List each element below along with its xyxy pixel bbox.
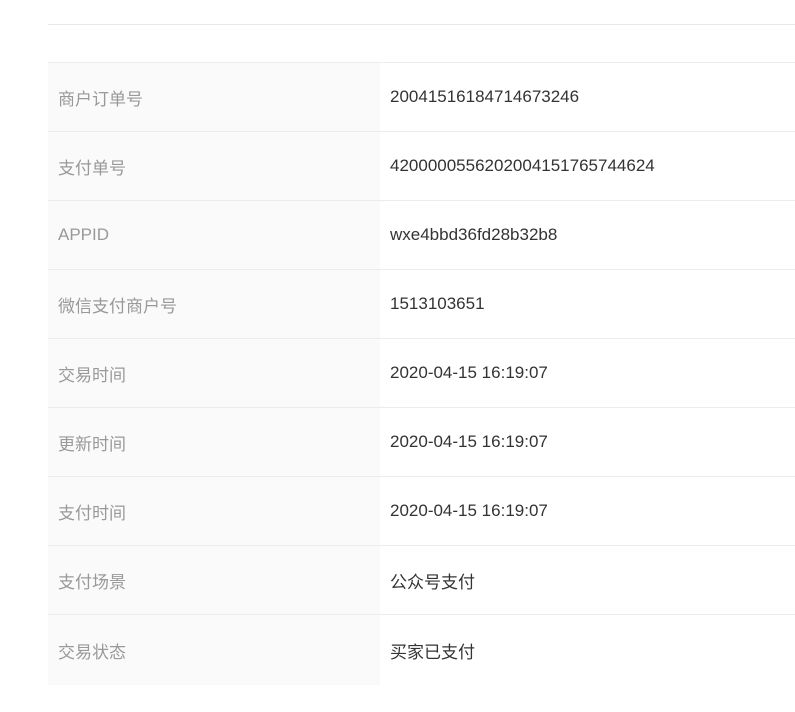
row-value: 1513103651 <box>380 270 795 338</box>
row-pay-time: 支付时间 2020-04-15 16:19:07 <box>48 477 795 546</box>
row-trade-status: 交易状态 买家已支付 <box>48 615 795 685</box>
row-value: 2020-04-15 16:19:07 <box>380 477 795 545</box>
row-value: 2020-04-15 16:19:07 <box>380 408 795 476</box>
row-label: 更新时间 <box>48 408 380 476</box>
row-wechat-merchant-id: 微信支付商户号 1513103651 <box>48 270 795 339</box>
row-label: 支付单号 <box>48 132 380 200</box>
row-merchant-order-no: 商户订单号 20041516184714673246 <box>48 63 795 132</box>
top-divider <box>48 24 795 25</box>
order-detail-page: 商户订单号 20041516184714673246 支付单号 42000005… <box>0 0 795 712</box>
row-trade-time: 交易时间 2020-04-15 16:19:07 <box>48 339 795 408</box>
row-label: 微信支付商户号 <box>48 270 380 338</box>
row-value: 20041516184714673246 <box>380 63 795 131</box>
row-label: 商户订单号 <box>48 63 380 131</box>
row-payment-no: 支付单号 4200000556202004151765744624 <box>48 132 795 201</box>
row-label: 交易时间 <box>48 339 380 407</box>
row-update-time: 更新时间 2020-04-15 16:19:07 <box>48 408 795 477</box>
row-label: APPID <box>48 201 380 269</box>
row-value: 2020-04-15 16:19:07 <box>380 339 795 407</box>
row-label: 支付时间 <box>48 477 380 545</box>
row-value: wxe4bbd36fd28b32b8 <box>380 201 795 269</box>
row-value: 4200000556202004151765744624 <box>380 132 795 200</box>
row-label: 支付场景 <box>48 546 380 614</box>
row-value: 买家已支付 <box>380 615 795 685</box>
row-value: 公众号支付 <box>380 546 795 614</box>
row-pay-scene: 支付场景 公众号支付 <box>48 546 795 615</box>
row-label: 交易状态 <box>48 615 380 685</box>
order-detail-table: 商户订单号 20041516184714673246 支付单号 42000005… <box>48 62 795 685</box>
row-appid: APPID wxe4bbd36fd28b32b8 <box>48 201 795 270</box>
